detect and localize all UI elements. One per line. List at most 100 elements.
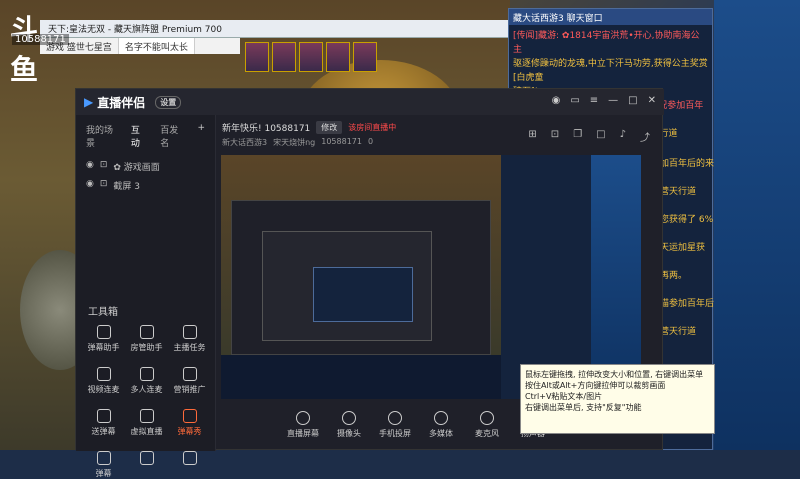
danmaku-icon: [96, 325, 111, 339]
task-icon: [182, 325, 197, 339]
tool-virtual-live[interactable]: 虚拟直播: [125, 409, 168, 437]
bottom-button-label: 麦克风: [475, 429, 499, 438]
live-status: 该房间直播中: [348, 123, 397, 132]
tab-1[interactable]: 名字不能叫太长: [118, 38, 195, 54]
tool-gift[interactable]: [125, 451, 168, 479]
tooltip-line: 右键调出菜单后, 支持"反复"功能: [525, 403, 642, 412]
streamer-name: 宋天烧饼ng: [273, 138, 316, 147]
app-header[interactable]: ▶ 直播伴侣 设置 ◉ ▭ ≡ — □ ✕: [76, 89, 664, 115]
tool-video-link[interactable]: 视频连麦: [82, 367, 125, 395]
avatar[interactable]: [299, 42, 323, 72]
minimize-icon[interactable]: —: [608, 95, 618, 106]
source-item[interactable]: ◉ ⊡ ✿ 游戏画面: [76, 157, 215, 176]
tool-label: 弹幕秀: [177, 427, 202, 436]
tool-promotion[interactable]: 营销推广: [168, 367, 211, 395]
tool-label: 视频连麦: [87, 385, 120, 394]
stream-info: 新年快乐! 10588171 修改 该房间直播中: [222, 121, 396, 134]
menu-icon[interactable]: ≡: [590, 95, 598, 106]
tool-danmaku-show[interactable]: 弹幕秀: [168, 409, 211, 437]
edit-title-button[interactable]: 修改: [316, 121, 343, 134]
category[interactable]: 新大话西游3: [222, 137, 267, 148]
stream-title: 新年快乐! 10588171: [222, 124, 311, 134]
bottom-button-screen[interactable]: 直播屏幕: [286, 411, 320, 439]
toolbox-grid: 弹幕助手 房管助手 主播任务视频连麦 多人连麦 营销推广送弹幕 虚拟直播 弹幕秀弹幕: [82, 325, 212, 479]
chat-line: [传闻]藏游: ✿1814宇宙洪荒•开心,协助南海公主: [513, 31, 700, 55]
add-icon[interactable]: +: [197, 123, 205, 149]
lock-icon[interactable]: ⊡: [100, 179, 108, 192]
chat-fragment: 加百年后的来: [660, 159, 715, 169]
avatar[interactable]: [326, 42, 350, 72]
skin-icon[interactable]: ◉: [552, 95, 561, 106]
chat-fragment: 您获得了 6%: [660, 215, 714, 225]
send-danmaku-icon: [96, 409, 111, 423]
bottom-button-phone-cast[interactable]: 手机投屏: [378, 411, 412, 439]
tool-danmaku-small[interactable]: 弹幕: [82, 451, 125, 479]
promotion-icon: [182, 367, 197, 381]
tool-send-danmaku[interactable]: 送弹幕: [82, 409, 125, 437]
gift-icon: [139, 451, 154, 465]
virtual-live-icon: [139, 409, 154, 423]
tab-names[interactable]: 百发名: [160, 123, 183, 149]
bell-icon[interactable]: ♪: [620, 129, 626, 144]
sidebar-tabs: 我的场景 互动 百发名 +: [76, 115, 215, 157]
source-item[interactable]: ◉ ⊡ 截屏 3: [76, 176, 215, 195]
brand-name: 直播伴侣: [97, 95, 146, 110]
tool-label: 营销推广: [173, 385, 206, 394]
preview-game-layer: [221, 155, 501, 355]
tool-multi-link[interactable]: 多人连麦: [125, 367, 168, 395]
grid-icon[interactable]: ⊞: [528, 129, 536, 144]
maximize-icon[interactable]: □: [628, 95, 637, 106]
preview-app-layer-3: [313, 267, 413, 322]
bottom-button-camera[interactable]: 摄像头: [332, 411, 366, 439]
avatar[interactable]: [245, 42, 269, 72]
chat-fragment: 再两。: [660, 271, 688, 281]
main-right-icons: ⊞ ⊡ ❐ □ ♪ ⤴: [528, 129, 650, 144]
viewer-count: 0: [367, 137, 374, 146]
avatar[interactable]: [272, 42, 296, 72]
lock-icon[interactable]: ⊡: [551, 129, 559, 144]
danmaku-small-icon: [96, 451, 111, 465]
tab-interact[interactable]: 互动: [131, 123, 146, 149]
tool-label: 主播任务: [173, 343, 206, 352]
bottom-button-mic[interactable]: 麦克风: [470, 411, 504, 439]
tool-task[interactable]: 主播任务: [168, 325, 211, 353]
source-label: ✿ 游戏画面: [113, 163, 160, 173]
tooltip-line: 按住Alt或Alt+方向键拉伸可以裁剪画面: [525, 381, 666, 390]
download-icon: [182, 451, 197, 465]
browser-tabs: 游戏 盛世七星宫 名字不能叫太长: [40, 38, 240, 54]
tool-label: 多人连麦: [130, 385, 163, 394]
bottom-button-label: 摄像头: [337, 429, 361, 438]
multi-link-icon: [139, 367, 154, 381]
bottom-toolbar: 直播屏幕摄像头手机投屏多媒体麦克风扬声器: [286, 411, 550, 439]
share-icon[interactable]: ⤴: [640, 129, 650, 144]
desktop-right-edge: [714, 0, 800, 450]
message-icon[interactable]: ▭: [570, 95, 579, 106]
tab-scenes[interactable]: 我的场景: [86, 123, 117, 149]
media-icon: [434, 411, 448, 425]
eye-icon[interactable]: ◉: [86, 179, 94, 192]
tool-moderator[interactable]: 房管助手: [125, 325, 168, 353]
copy-icon[interactable]: ❐: [573, 129, 582, 144]
preview-app-layer-2: [262, 231, 432, 341]
chat-fragment: 营天行道: [660, 327, 697, 337]
chat-header: 藏大话西游3 聊天窗口: [509, 9, 712, 25]
avatar[interactable]: [353, 42, 377, 72]
settings-badge[interactable]: 设置: [155, 95, 182, 109]
app-brand: ▶ 直播伴侣 设置: [84, 94, 182, 111]
tool-danmaku[interactable]: 弹幕助手: [82, 325, 125, 353]
lock-icon[interactable]: ⊡: [100, 160, 108, 173]
game-window-titlebar[interactable]: 天下:皇法无双 - 藏天旗阵盟 Premium 700: [40, 20, 510, 38]
brand-logo-icon: ▶: [84, 95, 94, 109]
stream-preview[interactable]: [221, 155, 641, 399]
tool-download[interactable]: [168, 451, 211, 479]
bottom-button-media[interactable]: 多媒体: [424, 411, 458, 439]
game-window-title: 天下:皇法无双 - 藏天旗阵盟 Premium 700: [48, 25, 222, 35]
tool-label: 房管助手: [130, 343, 163, 352]
room-id-overlay: 10588171: [12, 34, 69, 45]
eye-icon[interactable]: ◉: [86, 160, 94, 173]
close-icon[interactable]: ✕: [648, 95, 656, 106]
square-icon[interactable]: □: [596, 129, 605, 144]
tool-label: 虚拟直播: [130, 427, 163, 436]
phone-cast-icon: [388, 411, 402, 425]
camera-icon: [342, 411, 356, 425]
